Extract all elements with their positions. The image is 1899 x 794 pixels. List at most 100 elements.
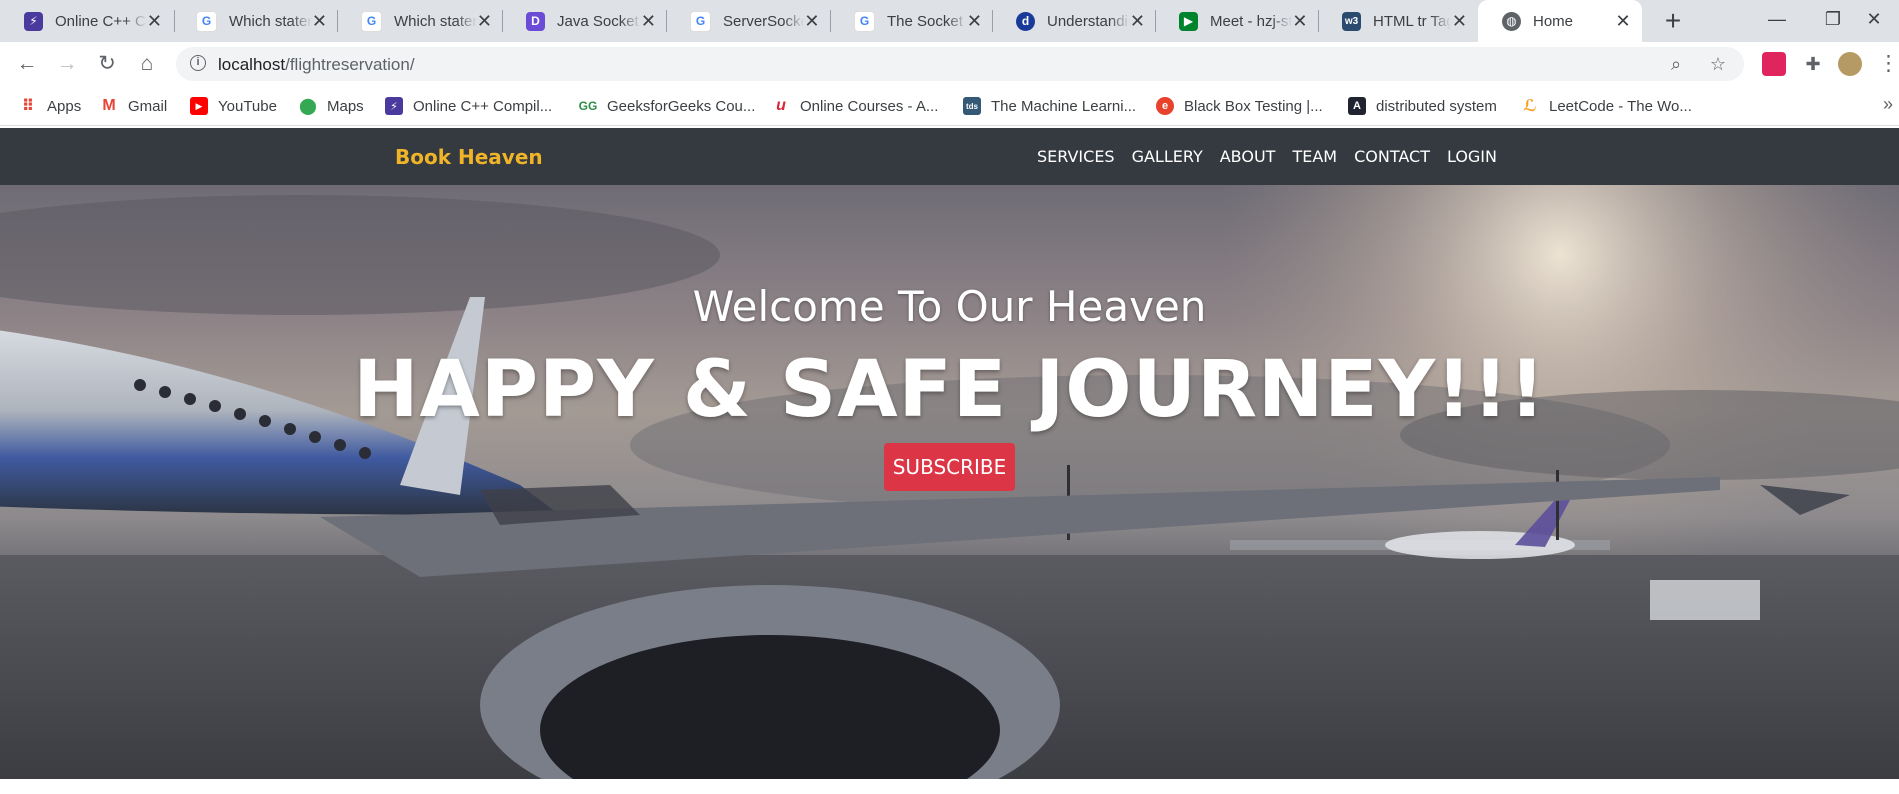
bookmark-black-box[interactable]: e Black Box Testing |...	[1156, 95, 1323, 117]
meet-icon: ▶	[1179, 11, 1198, 31]
tab[interactable]: G Which statement ✕	[172, 0, 337, 42]
bookmark-distributed-system[interactable]: A distributed system	[1348, 95, 1497, 117]
profile-avatar[interactable]	[1838, 52, 1862, 76]
bookmark-leetcode[interactable]: ℒ LeetCode - The Wo...	[1521, 95, 1692, 117]
tab-strip: ⚡ Online C++ Compiler ✕ G Which statemen…	[0, 0, 1899, 42]
e-circle-icon: e	[1156, 97, 1174, 115]
tab-title: Which statement	[229, 12, 312, 30]
tab-title: Online C++ Compiler	[55, 12, 147, 30]
close-icon[interactable]: ✕	[1292, 11, 1308, 32]
tab-title: Java Socket Programming	[557, 12, 641, 30]
nav-about[interactable]: ABOUT	[1220, 147, 1276, 166]
bookmark-label: Maps	[327, 97, 364, 115]
site-brand[interactable]: Book Heaven	[395, 145, 543, 169]
youtube-icon: ▶	[190, 97, 208, 115]
tab[interactable]: D Java Socket Programming ✕	[502, 0, 666, 42]
globe-icon: ◍	[1502, 11, 1521, 31]
tab-title: Meet - hzj-stu	[1210, 12, 1292, 30]
reload-icon[interactable]: ↻	[92, 49, 122, 79]
extensions-puzzle-icon[interactable]: ✚	[1798, 49, 1828, 79]
bookmark-online-cpp[interactable]: ⚡ Online C++ Compil...	[385, 95, 552, 117]
bookmark-label: LeetCode - The Wo...	[1549, 97, 1692, 115]
hero-subtitle: Welcome To Our Heaven	[692, 282, 1207, 331]
tab[interactable]: d Understanding ✕	[992, 0, 1155, 42]
bookmark-label: Online C++ Compil...	[413, 97, 553, 115]
google-icon: G	[854, 10, 875, 32]
url-text[interactable]: localhost/flightreservation/	[218, 55, 415, 75]
bookmark-youtube[interactable]: ▶ YouTube	[190, 95, 277, 117]
subscribe-button[interactable]: SUBSCRIBE	[884, 443, 1015, 491]
leetcode-icon: ℒ	[1523, 98, 1537, 115]
bookmark-label: Apps	[47, 97, 82, 115]
close-icon[interactable]: ✕	[804, 11, 820, 32]
new-tab-plus-icon[interactable]: +	[1656, 4, 1690, 38]
tab[interactable]: ▶ Meet - hzj-stu ✕	[1155, 0, 1318, 42]
bookmark-apps[interactable]: ⠿ Apps	[19, 95, 81, 117]
tab-title: Understanding	[1047, 12, 1130, 30]
tab-active[interactable]: ◍ Home ✕	[1478, 0, 1642, 42]
back-arrow-icon[interactable]: ←	[12, 49, 42, 79]
nav-login[interactable]: LOGIN	[1447, 147, 1497, 166]
tab-title: Which statement	[394, 12, 477, 30]
bookmark-maps[interactable]: ⬤ Maps	[299, 95, 364, 117]
close-icon[interactable]: ✕	[641, 11, 656, 32]
extension-red-icon[interactable]	[1762, 52, 1786, 76]
bookmark-gmail[interactable]: M Gmail	[100, 95, 167, 117]
bookmark-machine-learning[interactable]: tds The Machine Learni...	[963, 95, 1136, 117]
close-icon[interactable]: ✕	[1614, 11, 1632, 32]
tab[interactable]: w3 HTML tr Tag ✕	[1318, 0, 1478, 42]
tab[interactable]: G ServerSocket ✕	[666, 0, 830, 42]
menu-kebab-icon[interactable]: ⋮	[1878, 49, 1899, 79]
a-square-icon: A	[1348, 97, 1366, 115]
bolt-icon: ⚡	[24, 11, 43, 31]
bookmark-online-courses[interactable]: u Online Courses - A...	[772, 95, 938, 117]
bookmark-geeksforgeeks[interactable]: GG GeeksforGeeks Cou...	[578, 95, 756, 117]
google-icon: G	[690, 10, 711, 32]
close-icon[interactable]: ✕	[967, 11, 982, 32]
tab-title: HTML tr Tag	[1373, 12, 1451, 30]
bookmark-label: YouTube	[218, 97, 277, 115]
close-icon[interactable]: ✕	[147, 11, 162, 32]
nav-services[interactable]: SERVICES	[1037, 147, 1115, 166]
minimize-icon[interactable]: —	[1749, 0, 1805, 42]
tab[interactable]: ⚡ Online C++ Compiler ✕	[0, 0, 172, 42]
d-icon: D	[526, 11, 545, 31]
tab[interactable]: G The Socket class ✕	[830, 0, 992, 42]
gfg-icon: GG	[578, 99, 598, 113]
url-path: /flightreservation/	[285, 55, 415, 74]
bolt-icon: ⚡	[385, 97, 403, 115]
close-icon[interactable]: ✕	[1451, 11, 1468, 32]
close-icon[interactable]: ✕	[477, 11, 492, 32]
close-icon[interactable]: ✕	[312, 11, 327, 32]
tab-title: Home	[1533, 12, 1574, 30]
site-info-icon[interactable]: i	[190, 55, 206, 71]
bookmark-label: Black Box Testing |...	[1184, 97, 1323, 115]
gmail-icon: M	[102, 97, 116, 114]
d-circle-icon: d	[1016, 11, 1035, 31]
nav-links: SERVICES GALLERY ABOUT TEAM CONTACT LOGI…	[1020, 147, 1497, 166]
more-bookmarks-icon[interactable]: »	[1883, 94, 1893, 115]
bookmark-star-icon[interactable]: ☆	[1706, 52, 1730, 76]
tab[interactable]: G Which statement ✕	[337, 0, 502, 42]
google-icon: G	[196, 10, 217, 32]
tds-icon: tds	[963, 97, 981, 115]
close-icon[interactable]: ✕	[1130, 11, 1145, 32]
w3-icon: w3	[1342, 11, 1361, 31]
address-bar[interactable]: i localhost/flightreservation/ ⌕ ☆	[176, 47, 1744, 81]
url-host: localhost	[218, 55, 286, 74]
window-close-icon[interactable]: ✕	[1849, 0, 1899, 42]
nav-team[interactable]: TEAM	[1292, 147, 1337, 166]
tab-title: The Socket class	[887, 12, 967, 30]
site-navbar: Book Heaven SERVICES GALLERY ABOUT TEAM …	[0, 128, 1899, 185]
hero-title: HAPPY & SAFE JOURNEY!!!	[353, 345, 1546, 435]
bookmark-label: GeeksforGeeks Cou...	[607, 97, 756, 115]
forward-arrow-icon[interactable]: →	[52, 49, 82, 79]
zoom-icon[interactable]: ⌕	[1664, 52, 1688, 76]
bookmark-label: Gmail	[128, 97, 168, 115]
nav-contact[interactable]: CONTACT	[1354, 147, 1430, 166]
hero-banner: Welcome To Our Heaven HAPPY & SAFE JOURN…	[0, 185, 1899, 779]
home-icon[interactable]: ⌂	[132, 49, 162, 79]
bookmark-label: The Machine Learni...	[991, 97, 1137, 115]
nav-gallery[interactable]: GALLERY	[1132, 147, 1203, 166]
bookmark-label: distributed system	[1376, 97, 1497, 115]
